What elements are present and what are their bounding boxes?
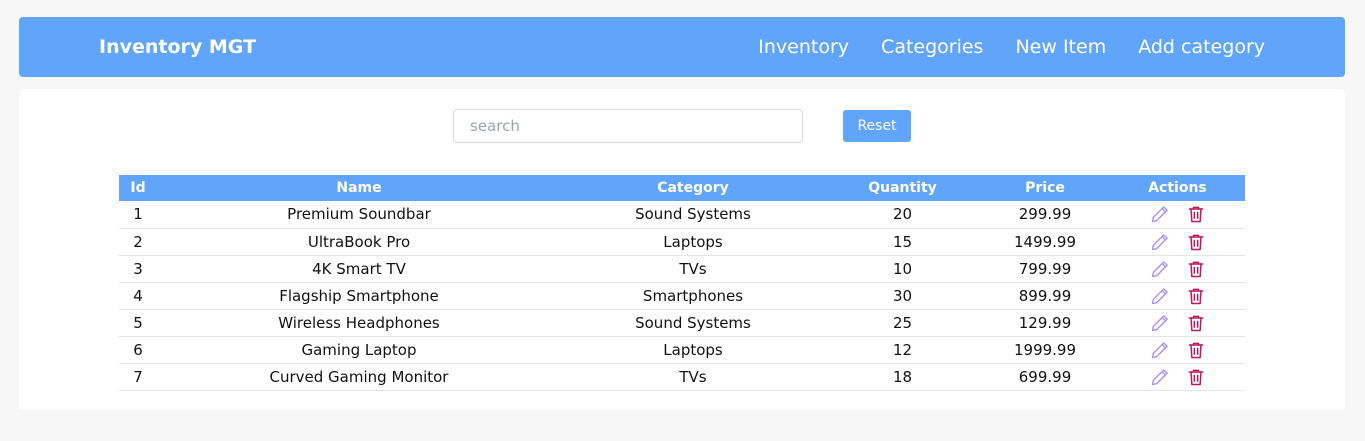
cell-quantity: 25 xyxy=(892,313,913,332)
pencil-icon[interactable] xyxy=(1150,204,1170,224)
reset-button[interactable]: Reset xyxy=(843,110,911,142)
cell-actions xyxy=(1110,228,1245,255)
cell-price: 1499.99 xyxy=(1013,232,1077,251)
pencil-icon[interactable] xyxy=(1150,367,1170,387)
table-row: 3 4K Smart TV TVs 10 799.99 xyxy=(119,255,1245,282)
trash-icon[interactable] xyxy=(1186,232,1206,252)
cell-price: 129.99 xyxy=(1018,313,1072,332)
pencil-icon[interactable] xyxy=(1150,259,1170,279)
cell-category: Laptops xyxy=(663,232,723,251)
table-row: 1 Premium Soundbar Sound Systems 20 299.99 xyxy=(119,201,1245,228)
row-actions xyxy=(1110,367,1245,387)
navbar: Inventory MGT Inventory Categories New I… xyxy=(19,17,1345,77)
header-price: Price xyxy=(1025,180,1065,196)
table-row: 6 Gaming Laptop Laptops 12 1999.99 xyxy=(119,336,1245,363)
cell-price: 1999.99 xyxy=(1013,340,1077,359)
row-actions xyxy=(1110,286,1245,306)
cell-quantity: 30 xyxy=(892,286,913,305)
cell-id: 6 xyxy=(133,340,143,359)
cell-id: 1 xyxy=(133,205,143,224)
search-input[interactable] xyxy=(453,109,803,143)
table-header-row: Id Name Category Quantity Price Actions xyxy=(119,175,1245,201)
trash-icon[interactable] xyxy=(1186,204,1206,224)
table-row: 5 Wireless Headphones Sound Systems 25 129.9… xyxy=(119,309,1245,336)
trash-icon[interactable] xyxy=(1186,340,1206,360)
pencil-icon[interactable] xyxy=(1150,340,1170,360)
pencil-icon[interactable] xyxy=(1150,286,1170,306)
cell-category: Laptops xyxy=(663,340,723,359)
row-actions xyxy=(1110,259,1245,279)
cell-price: 799.99 xyxy=(1018,259,1072,278)
cell-quantity: 12 xyxy=(892,340,913,359)
cell-id: 2 xyxy=(133,232,143,251)
row-actions xyxy=(1110,204,1245,224)
inventory-card: Reset Id Name Category Quantity Price Ac… xyxy=(19,89,1345,410)
cell-id: 4 xyxy=(133,286,143,305)
cell-actions xyxy=(1110,336,1245,363)
table-row: 4 Flagship Smartphone Smartphones 30 899.99 xyxy=(119,282,1245,309)
cell-id: 3 xyxy=(133,259,143,278)
cell-price: 899.99 xyxy=(1018,286,1072,305)
cell-actions xyxy=(1110,282,1245,309)
nav-link-add-category[interactable]: Add category xyxy=(1138,17,1265,77)
cell-actions xyxy=(1110,309,1245,336)
cell-price: 299.99 xyxy=(1018,205,1072,224)
cell-price: 699.99 xyxy=(1018,367,1072,386)
pencil-icon[interactable] xyxy=(1150,313,1170,333)
header-name: Name xyxy=(336,180,382,196)
table-body: 1 Premium Soundbar Sound Systems 20 299.99 2 U… xyxy=(119,201,1245,390)
cell-name: Flagship Smartphone xyxy=(279,286,439,305)
cell-category: Smartphones xyxy=(642,286,744,305)
table-row: 2 UltraBook Pro Laptops 15 1499.99 xyxy=(119,228,1245,255)
cell-name: 4K Smart TV xyxy=(312,259,406,278)
header-category: Category xyxy=(657,180,729,196)
cell-quantity: 15 xyxy=(892,232,913,251)
cell-id: 7 xyxy=(133,367,143,386)
header-id: Id xyxy=(130,180,146,196)
cell-name: UltraBook Pro xyxy=(307,232,411,251)
nav-link-new-item[interactable]: New Item xyxy=(1015,17,1106,77)
header-quantity: Quantity xyxy=(868,180,937,196)
cell-actions xyxy=(1110,255,1245,282)
trash-icon[interactable] xyxy=(1186,367,1206,387)
cell-category: Sound Systems xyxy=(635,313,751,332)
cell-name: Wireless Headphones xyxy=(278,313,440,332)
header-actions: Actions xyxy=(1148,180,1207,196)
trash-icon[interactable] xyxy=(1186,286,1206,306)
inventory-table: Id Name Category Quantity Price Actions … xyxy=(119,175,1245,391)
cell-quantity: 20 xyxy=(892,205,913,224)
cell-name: Premium Soundbar xyxy=(287,205,431,224)
row-actions xyxy=(1110,340,1245,360)
cell-category: TVs xyxy=(679,367,707,386)
trash-icon[interactable] xyxy=(1186,259,1206,279)
table-row: 7 Curved Gaming Monitor TVs 18 699.99 xyxy=(119,363,1245,390)
cell-quantity: 18 xyxy=(892,367,913,386)
cell-actions xyxy=(1110,363,1245,390)
cell-category: TVs xyxy=(679,259,707,278)
trash-icon[interactable] xyxy=(1186,313,1206,333)
nav-link-categories[interactable]: Categories xyxy=(881,17,983,77)
cell-category: Sound Systems xyxy=(635,205,751,224)
cell-actions xyxy=(1110,201,1245,228)
cell-quantity: 10 xyxy=(892,259,913,278)
row-actions xyxy=(1110,313,1245,333)
cell-name: Curved Gaming Monitor xyxy=(269,367,449,386)
row-actions xyxy=(1110,232,1245,252)
brand-title[interactable]: Inventory MGT xyxy=(99,17,256,77)
cell-id: 5 xyxy=(133,313,143,332)
pencil-icon[interactable] xyxy=(1150,232,1170,252)
nav-link-inventory[interactable]: Inventory xyxy=(758,17,849,77)
cell-name: Gaming Laptop xyxy=(301,340,417,359)
nav-links: Inventory Categories New Item Add catego… xyxy=(726,17,1265,77)
